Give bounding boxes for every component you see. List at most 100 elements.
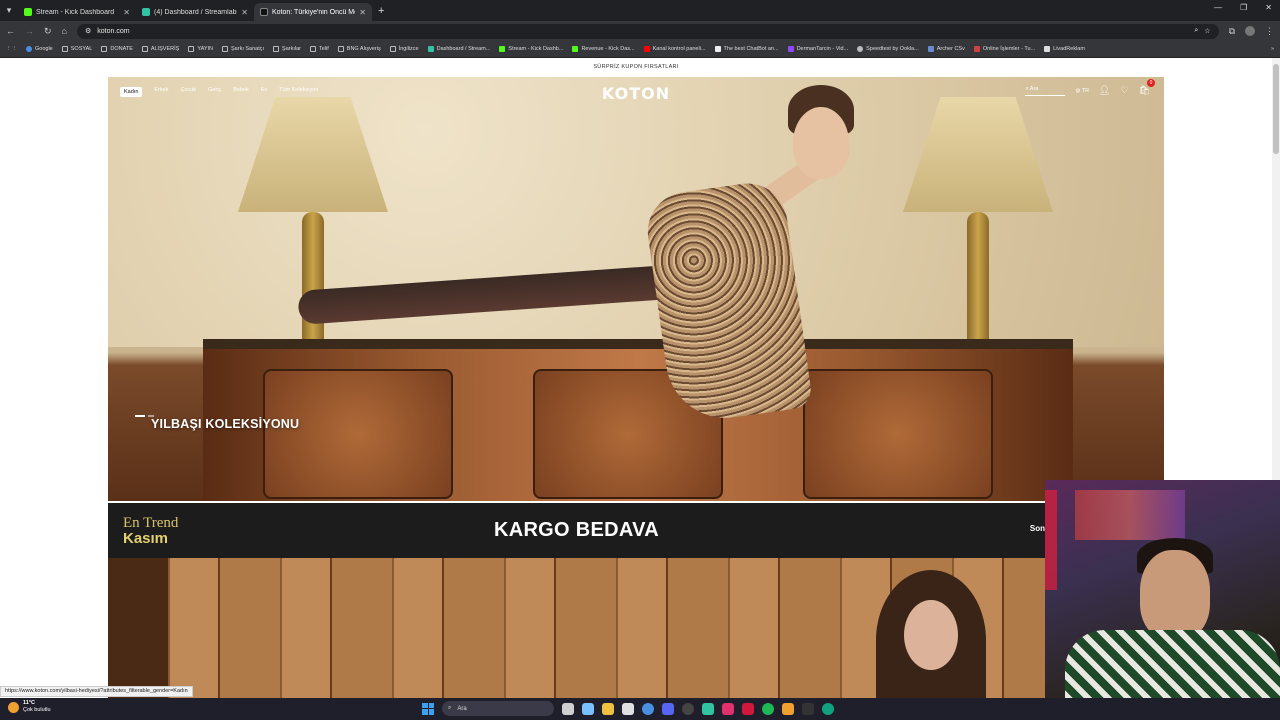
close-icon[interactable]: ✕ — [359, 8, 366, 17]
bookmark-item[interactable]: Kanal kontrol paneli... — [643, 46, 706, 52]
xmind-icon[interactable] — [742, 702, 754, 715]
browser-tabbar: ▾ Stream - Kick Dashboard ✕ (4) Dashboar… — [0, 0, 1280, 21]
folder-icon — [337, 46, 344, 52]
bookmark-label: Şarkı Sanatçı — [231, 46, 265, 52]
obs-icon[interactable] — [682, 702, 694, 715]
bookmark-star-icon[interactable]: ☆ — [1204, 27, 1210, 35]
lamp-right — [903, 97, 1053, 352]
bookmark-item[interactable]: Stream - Kick Dashb... — [499, 46, 563, 52]
bookmark-item[interactable]: Online İşlemler - Tu... — [973, 46, 1035, 52]
bookmark-label: ALIŞVERİŞ — [150, 46, 180, 52]
cloud-icon[interactable] — [782, 702, 794, 715]
next-text: Son — [1029, 524, 1045, 533]
browser-tab-2[interactable]: Koton: Türkiye'nin Öncü Moda ✕ — [254, 3, 372, 21]
spotify-icon[interactable] — [762, 702, 774, 715]
search-icon: ⌕ — [448, 705, 452, 711]
close-icon[interactable]: ✕ — [241, 8, 248, 17]
bookmark-label: Şarkılar — [282, 46, 301, 52]
temperature: 11°C — [23, 700, 35, 706]
extensions-icon[interactable]: ⧉ — [1229, 26, 1235, 37]
bookmark-item[interactable]: İngilizce — [389, 46, 419, 52]
youtube-icon — [643, 46, 650, 52]
online-icon — [973, 46, 980, 52]
link-status-bar: https://www.koton.com/yilbasi-hediyesi/?… — [0, 686, 193, 697]
close-window-icon[interactable]: ✕ — [1265, 3, 1272, 12]
bookmark-label: İngilizce — [398, 46, 419, 52]
bookmark-label: Speedtest by Ookla... — [866, 46, 919, 52]
bookmark-item[interactable]: YAYIN — [188, 46, 213, 52]
hero-banner[interactable]: Kadın Erkek Çocuk Genç Bebek Ev Tüm Kole… — [108, 77, 1164, 501]
tab-label: (4) Dashboard / Streamlabs — [154, 8, 238, 16]
zoom-icon[interactable]: ⌕ — [1194, 27, 1198, 35]
bookmark-item[interactable]: Archer CSv — [927, 46, 965, 52]
folder-icon — [222, 46, 229, 52]
tab-label: Stream - Kick Dashboard — [36, 8, 115, 16]
bookmark-item[interactable]: Google — [26, 46, 53, 52]
language-label: TR — [1081, 87, 1090, 94]
site-search-input[interactable]: ⌕ Ara — [1025, 86, 1066, 96]
apps-grid-icon[interactable]: ⋮⋮ — [6, 46, 17, 52]
terminal-icon[interactable] — [802, 702, 814, 715]
bookmark-item[interactable]: Şarkı Sanatçı — [222, 46, 264, 52]
forward-icon[interactable]: → — [25, 26, 34, 36]
address-bar[interactable]: ⚙ koton.com ⌕ ☆ — [76, 23, 1219, 39]
folder-icon — [273, 46, 280, 52]
minimize-icon[interactable]: — — [1214, 3, 1222, 12]
tab-search-icon[interactable]: ▾ — [0, 0, 18, 21]
copilot-icon[interactable] — [582, 702, 594, 715]
close-icon[interactable]: ✕ — [123, 8, 130, 17]
chrome-icon[interactable] — [642, 702, 654, 715]
home-icon[interactable]: ⌂ — [62, 26, 67, 36]
language-selector[interactable]: ◍ TR — [1075, 88, 1089, 94]
taskbar-search[interactable]: ⌕ Ara — [442, 701, 554, 716]
bookmark-label: Archer CSv — [936, 46, 965, 52]
hero-title[interactable]: YILBAŞI KOLEKSİYONU — [151, 417, 299, 431]
google-icon — [26, 46, 32, 52]
profile-avatar[interactable] — [1245, 26, 1255, 36]
bookmark-item[interactable]: DermanTarcin - Vid... — [787, 46, 848, 52]
promo-strip[interactable]: SÜRPRİZ KUPON FIRSATLARI — [0, 64, 1272, 70]
bookmark-label: BNG Alışveriş — [346, 46, 381, 52]
folder-icon — [188, 46, 195, 52]
more-bookmarks-icon[interactable]: » — [1271, 46, 1274, 52]
back-icon[interactable]: ← — [6, 26, 15, 36]
browser-tab-1[interactable]: (4) Dashboard / Streamlabs ✕ — [136, 3, 254, 21]
bookmark-item[interactable]: Şarkılar — [273, 46, 301, 52]
second-banner-image[interactable] — [108, 558, 1045, 698]
calendar-icon[interactable] — [622, 702, 634, 715]
bookmark-item[interactable]: Dashboard / Stream... — [427, 46, 490, 52]
chatgpt-icon[interactable] — [822, 702, 834, 715]
file-explorer-icon[interactable] — [602, 702, 614, 715]
account-icon[interactable]: 👤︎ — [1099, 85, 1110, 96]
bookmark-item[interactable]: ALIŞVERİŞ — [141, 46, 180, 52]
cart-icon[interactable]: 🛍︎ 0 — [1139, 79, 1155, 96]
windows-start-icon[interactable] — [422, 702, 434, 715]
browser-tab-0[interactable]: Stream - Kick Dashboard ✕ — [18, 3, 136, 21]
streamlabs-icon[interactable] — [702, 702, 714, 715]
menu-icon[interactable]: ⋮ — [1265, 26, 1274, 37]
site-info-icon[interactable]: ⚙ — [85, 27, 91, 35]
instagram-icon[interactable] — [722, 702, 734, 715]
archer-icon — [927, 46, 934, 52]
weather-widget[interactable]: 11°C Çok bulutlu — [8, 700, 51, 714]
maximize-icon[interactable]: ❐ — [1240, 3, 1247, 12]
bookmark-item[interactable]: BNG Alışveriş — [337, 46, 381, 52]
koton-logo[interactable]: KOTON — [108, 84, 1164, 103]
shipping-banner[interactable]: En Trend Kasım KARGO BEDAVA Son — [108, 503, 1045, 558]
reload-icon[interactable]: ↻ — [44, 26, 52, 37]
discord-icon[interactable] — [662, 702, 674, 715]
speedtest-icon — [857, 46, 864, 52]
bookmark-item[interactable]: DONATE — [101, 46, 133, 52]
bookmark-item[interactable]: Telif — [310, 46, 329, 52]
heart-icon[interactable]: ♡ — [1120, 85, 1128, 96]
new-tab-button[interactable]: + — [378, 5, 384, 17]
header-actions: ⌕ Ara ◍ TR 👤︎ ♡ 🛍︎ 0 — [1025, 79, 1155, 96]
bookmark-item[interactable]: Speedtest by Ookla... — [857, 46, 919, 52]
bookmark-item[interactable]: SOSYAL — [61, 46, 93, 52]
bookmark-item[interactable]: LivadReklam — [1044, 46, 1085, 52]
folder-icon — [61, 46, 68, 52]
bookmark-item[interactable]: The best ChatBot an... — [714, 46, 779, 52]
bookmark-item[interactable]: Revenue - Kick Das... — [572, 46, 635, 52]
task-view-icon[interactable] — [562, 702, 574, 715]
bookmark-label: SOSYAL — [70, 46, 93, 52]
